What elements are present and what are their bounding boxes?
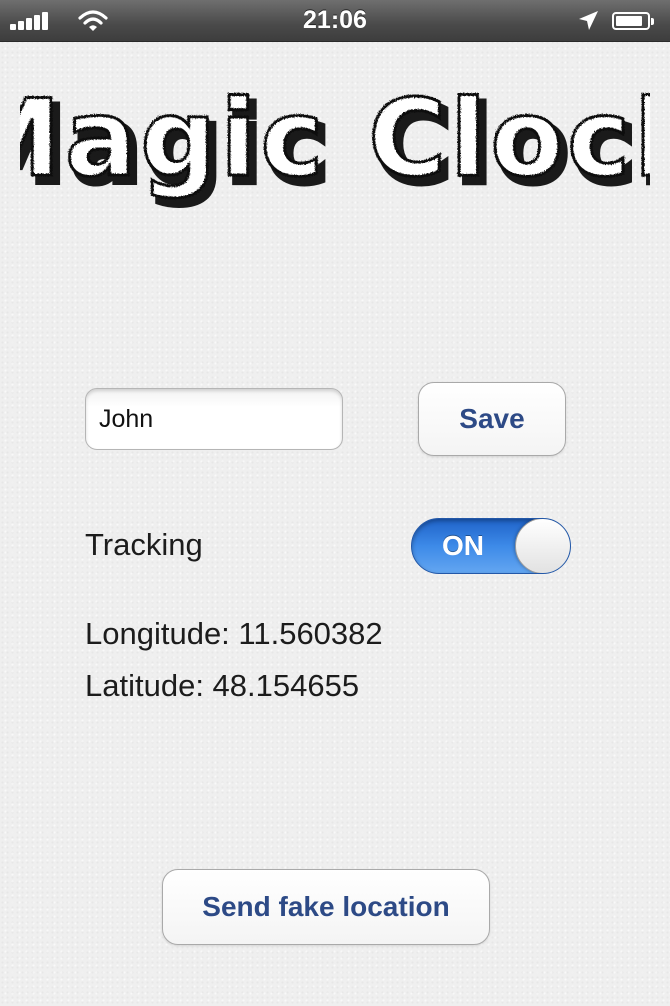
- toggle-knob[interactable]: [515, 519, 570, 573]
- name-input[interactable]: [85, 388, 343, 450]
- app-title: Magic Clock Magic Clock: [0, 76, 670, 218]
- battery-fill: [616, 16, 642, 26]
- status-time: 21:06: [303, 6, 367, 34]
- toggle-on-label: ON: [442, 530, 484, 561]
- location-arrow-icon: [579, 11, 598, 30]
- longitude-text: Longitude: 11.560382: [85, 616, 383, 651]
- send-fake-location-button[interactable]: Send fake location: [162, 869, 490, 945]
- tracking-toggle[interactable]: ON: [411, 518, 571, 574]
- battery-icon: [612, 12, 654, 30]
- status-bar: 21:06: [0, 0, 670, 42]
- app-title-text: Magic Clock: [20, 78, 650, 200]
- app-title-logo: Magic Clock Magic Clock: [0, 76, 670, 211]
- tracking-label: Tracking: [85, 527, 203, 562]
- save-button[interactable]: Save: [418, 382, 566, 456]
- battery-nub: [651, 18, 654, 25]
- latitude-text: Latitude: 48.154655: [85, 668, 360, 703]
